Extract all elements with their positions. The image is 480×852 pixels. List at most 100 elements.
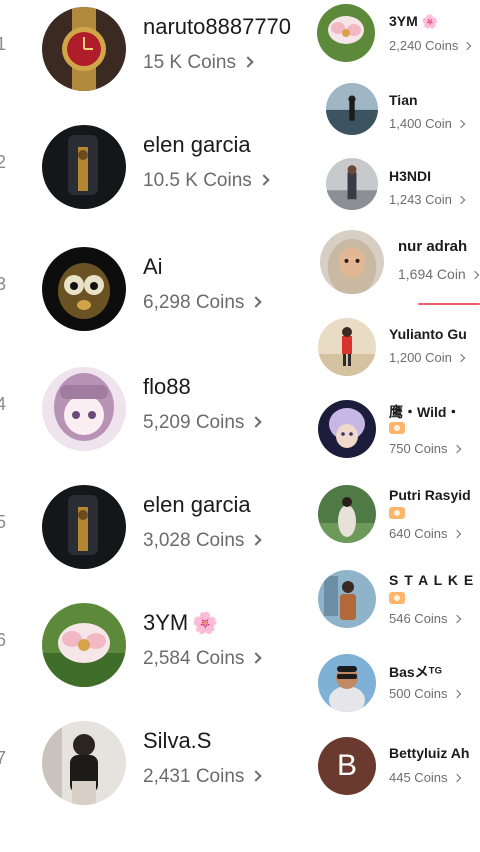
rank-number: 3 xyxy=(0,274,7,294)
anime-girl-avatar[interactable] xyxy=(42,367,126,451)
chevron-right-icon xyxy=(463,41,472,51)
rank-number: 1 xyxy=(0,34,7,54)
chevron-right-icon xyxy=(452,444,461,454)
user-name: elen garcia xyxy=(143,132,251,157)
rank-number: 2 xyxy=(0,152,7,172)
lake-avatar[interactable] xyxy=(326,83,378,135)
coin-count[interactable]: 15 K Coins xyxy=(143,52,254,74)
coin-count[interactable]: 750 Coins xyxy=(389,441,461,456)
letter-avatar[interactable]: B xyxy=(318,737,376,795)
user-name: Basメᵀᴳ xyxy=(389,664,442,680)
flower-avatar[interactable] xyxy=(317,4,375,62)
watch-avatar[interactable] xyxy=(42,7,126,91)
chevron-right-icon xyxy=(456,353,466,363)
chevron-right-icon xyxy=(258,174,270,186)
leaderboard-row[interactable]: 7 Silva.S 2,431 Coins xyxy=(0,714,320,814)
user-name: Silva.S xyxy=(143,728,212,753)
chevron-right-icon xyxy=(242,56,254,68)
user-name: S T A L K E xyxy=(389,572,475,588)
outdoor-avatar[interactable] xyxy=(318,485,376,543)
anime-boy-avatar[interactable] xyxy=(318,400,376,458)
sakura-icon: 🌸 xyxy=(192,612,219,635)
accent-divider xyxy=(418,303,480,305)
leaderboard-row[interactable]: 1 naruto8887770 15 K Coins xyxy=(0,0,320,100)
leaderboard-row[interactable]: nur adrah 1,694 Coin xyxy=(314,228,480,308)
chevron-right-icon xyxy=(250,652,263,664)
user-name: naruto8887770 xyxy=(143,14,292,39)
dark-avatar[interactable] xyxy=(42,125,126,209)
coin-count[interactable]: 1,400 Coin xyxy=(389,116,466,131)
leaderboard-row[interactable]: Yulianto Gu 1,200 Coin xyxy=(314,314,480,394)
user-name: 3YM 🌸 xyxy=(143,610,219,635)
user-name: flo88 xyxy=(143,374,191,399)
leaderboard-row[interactable]: 3YM 🌸 2,240 Coins xyxy=(314,0,480,80)
leaderboard-row[interactable]: S T A L K E 546 Coins xyxy=(314,566,480,646)
chevron-right-icon xyxy=(456,195,466,205)
chevron-right-icon xyxy=(250,770,263,782)
user-name: 鹰・Wild・ xyxy=(389,404,461,420)
level-badge xyxy=(389,592,405,604)
leaderboard-row[interactable]: 3 Ai 6,298 Coins xyxy=(0,240,320,340)
coin-count[interactable]: 445 Coins xyxy=(389,770,461,785)
coin-count[interactable]: 10.5 K Coins xyxy=(143,170,270,192)
coin-count[interactable]: 1,200 Coin xyxy=(389,350,466,365)
leaderboard-row[interactable]: 6 3YM 🌸 2,584 Coins xyxy=(0,596,320,696)
level-badge xyxy=(389,422,405,434)
coin-count[interactable]: 2,431 Coins xyxy=(143,766,263,788)
dark-avatar[interactable] xyxy=(42,485,126,569)
chevron-right-icon xyxy=(452,689,461,699)
rank-number: 4 xyxy=(0,394,7,414)
flower-avatar[interactable] xyxy=(42,603,126,687)
chevron-right-icon xyxy=(250,416,263,428)
coin-count[interactable]: 640 Coins xyxy=(389,526,461,541)
leaderboard-row[interactable]: Tian 1,400 Coin xyxy=(314,78,480,158)
chevron-right-icon xyxy=(452,773,461,783)
leaderboard-row[interactable]: Basメᵀᴳ 500 Coins xyxy=(314,652,480,732)
user-name: Ai xyxy=(143,254,163,279)
coin-count[interactable]: 3,028 Coins xyxy=(143,530,263,552)
coin-count[interactable]: 546 Coins xyxy=(389,611,461,626)
user-name: Yulianto Gu xyxy=(389,326,467,342)
user-name: H3NDI xyxy=(389,168,432,184)
user-name: Putri Rasyid xyxy=(389,487,471,503)
user-name: elen garcia xyxy=(143,492,251,517)
chevron-right-icon xyxy=(250,534,263,546)
chevron-right-icon xyxy=(452,529,461,539)
coin-count[interactable]: 5,209 Coins xyxy=(143,412,263,434)
leaderboard-row[interactable]: 5 elen garcia 3,028 Coins xyxy=(0,478,320,578)
leaderboard-row[interactable]: 4 flo88 5,209 Coins xyxy=(0,360,320,460)
leaderboard-row[interactable]: 鹰・Wild・ 750 Coins xyxy=(314,396,480,476)
coin-count[interactable]: 2,584 Coins xyxy=(143,648,263,670)
portrait-avatar[interactable] xyxy=(42,721,126,805)
chevron-right-icon xyxy=(470,270,479,280)
chevron-right-icon xyxy=(250,296,263,308)
leaderboard-row[interactable]: 2 elen garcia 10.5 K Coins xyxy=(0,118,320,218)
leaderboard-row[interactable]: H3NDI 1,243 Coin xyxy=(314,156,480,236)
chevron-right-icon xyxy=(456,119,466,129)
coin-count[interactable]: 6,298 Coins xyxy=(143,292,263,314)
user-name: Bettyluiz Ah xyxy=(389,745,470,761)
owl-avatar[interactable] xyxy=(42,247,126,331)
rank-number: 6 xyxy=(0,630,7,650)
coin-count[interactable]: 2,240 Coins xyxy=(389,38,472,53)
beach-avatar[interactable] xyxy=(318,318,376,376)
user-name: 3YM 🌸 xyxy=(389,13,439,29)
street-avatar[interactable] xyxy=(326,158,378,210)
sunglasses-avatar[interactable] xyxy=(318,654,376,712)
coin-count[interactable]: 1,243 Coin xyxy=(389,192,466,207)
level-badge xyxy=(389,507,405,519)
leaderboard-left: 1 naruto8887770 15 K Coins 2 elen garcia… xyxy=(0,0,320,852)
coin-count[interactable]: 1,694 Coin xyxy=(398,266,479,282)
user-name: Tian xyxy=(389,92,418,108)
chevron-right-icon xyxy=(452,614,461,624)
rank-number: 5 xyxy=(0,512,7,532)
leaderboard-row[interactable]: Putri Rasyid 640 Coins xyxy=(314,481,480,561)
leaderboard-right: 3YM 🌸 2,240 Coins Tian 1,400 Coin H3NDI 1… xyxy=(314,0,480,852)
coin-count[interactable]: 500 Coins xyxy=(389,686,461,701)
leaderboard-row[interactable]: B Bettyluiz Ah 445 Coins xyxy=(314,732,480,812)
man-avatar[interactable] xyxy=(318,570,376,628)
user-name: nur adrah xyxy=(398,238,468,255)
hijab-avatar[interactable] xyxy=(320,230,384,294)
rank-number: 7 xyxy=(0,748,7,768)
sakura-icon: 🌸 xyxy=(421,14,439,29)
